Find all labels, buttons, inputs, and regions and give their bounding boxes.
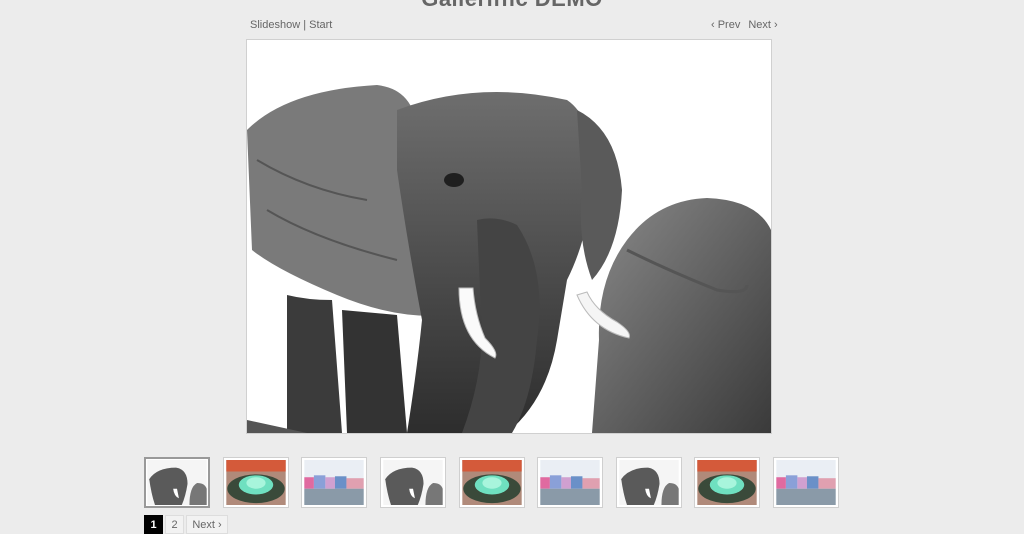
houses-thumb-image — [540, 460, 600, 505]
main-elephant-image — [247, 40, 771, 433]
thumbnail[interactable] — [223, 457, 289, 508]
succulent-thumb-image — [226, 460, 286, 505]
page-2[interactable]: 2 — [165, 515, 184, 534]
slideshow-link[interactable]: Slideshow — [250, 19, 300, 31]
succulent-thumb-image — [462, 460, 522, 505]
gallery-page: Galleriffic DEMO Slideshow | Start ‹ Pre… — [0, 0, 1024, 534]
controls-separator: | — [303, 19, 307, 31]
image-nav: ‹ Prev Next › — [711, 19, 778, 31]
thumbnail[interactable] — [773, 457, 839, 508]
elephant-thumb-image — [383, 460, 443, 505]
start-slideshow-link[interactable]: Start — [309, 19, 332, 31]
thumbnail[interactable] — [459, 457, 525, 508]
elephant-thumb-image — [619, 460, 679, 505]
thumbnail[interactable] — [301, 457, 367, 508]
thumbnail[interactable] — [144, 457, 210, 508]
slideshow-controls: Slideshow | Start — [250, 19, 332, 31]
prev-image-link[interactable]: ‹ Prev — [711, 19, 740, 31]
thumbnail[interactable] — [694, 457, 760, 508]
houses-thumb-image — [776, 460, 836, 505]
houses-thumb-image — [304, 460, 364, 505]
next-image-link[interactable]: Next › — [748, 19, 777, 31]
page-1[interactable]: 1 — [144, 515, 163, 534]
page-title: Galleriffic DEMO — [0, 0, 1024, 12]
thumbnail[interactable] — [616, 457, 682, 508]
succulent-thumb-image — [697, 460, 757, 505]
elephant-thumb-image — [147, 460, 207, 505]
next-page-link[interactable]: Next › — [186, 515, 228, 534]
thumbnail[interactable] — [537, 457, 603, 508]
thumbnail[interactable] — [380, 457, 446, 508]
main-image-frame[interactable] — [246, 39, 772, 434]
